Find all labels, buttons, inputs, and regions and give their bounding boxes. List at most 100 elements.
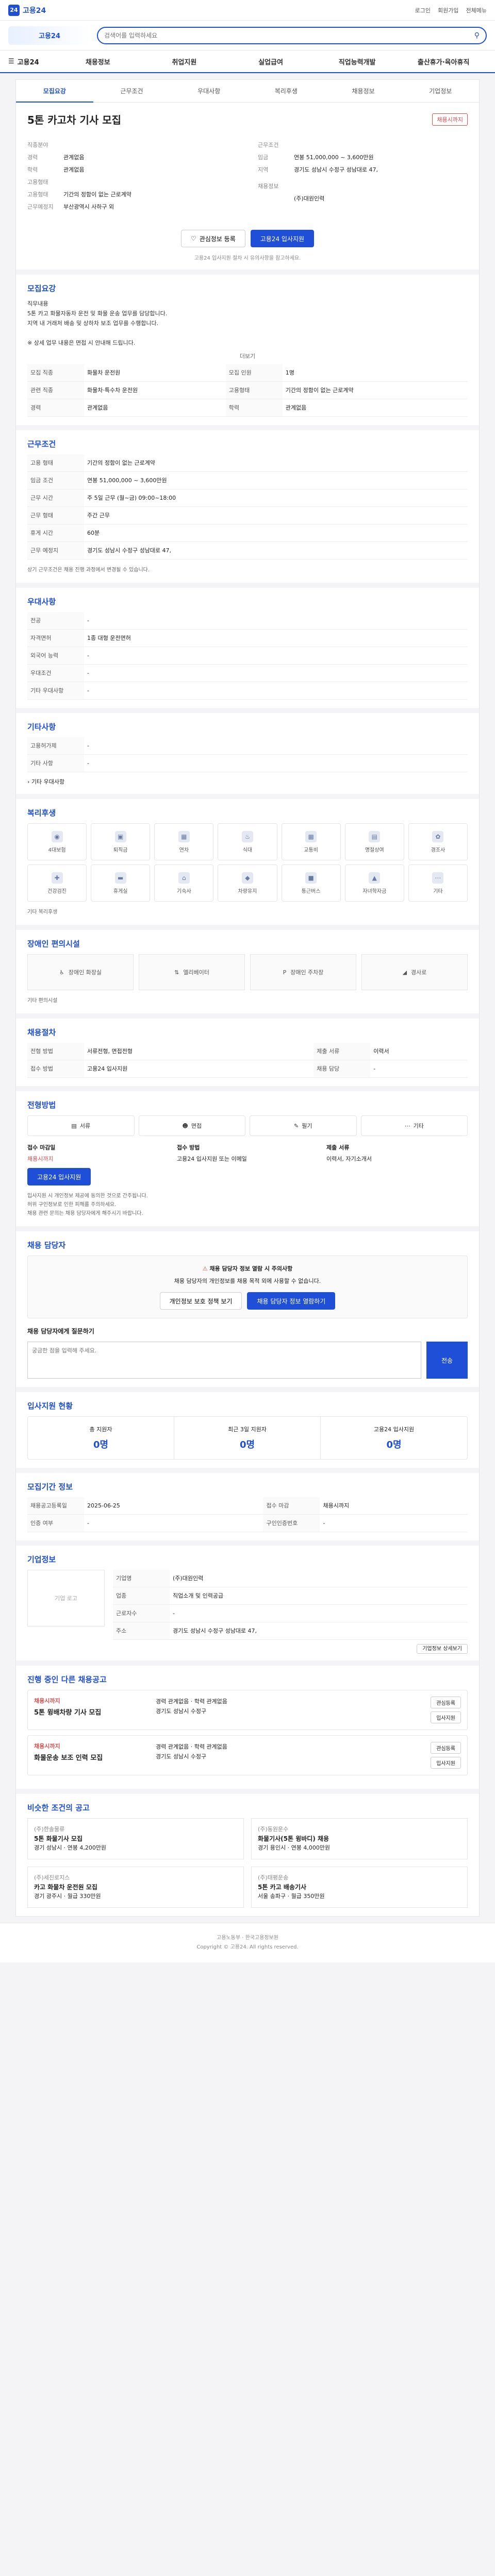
person-icon: ☻	[182, 1122, 188, 1129]
section-title: 기타사항	[27, 722, 56, 732]
period-section: 모집기간 정보 채용공고등록일 2025-06-25 접수 마감 채용시까지 인증 여…	[16, 1468, 479, 1540]
company-table: 기업명 (주)대원인력 업종 직업소개 및 인력공급 근로자수 - 주소 경기도 성남시…	[113, 1570, 468, 1640]
method-written: ✎ 필기	[250, 1115, 357, 1136]
other-link[interactable]: › 기타 우대사항	[27, 777, 468, 786]
tab-conditions[interactable]: 근무조건	[93, 80, 171, 103]
list-item[interactable]: (주)태평운송 5톤 카고 배송기사 서울 송파구 · 월급 350만원	[251, 1867, 468, 1908]
car-icon: ◆	[241, 872, 253, 884]
section-title: 채용 담당자	[27, 1241, 66, 1250]
section-title: 기업정보	[27, 1555, 56, 1564]
table-row: 고용허가제 -	[27, 737, 468, 755]
section-title: 비슷한 조건의 공고	[27, 1803, 90, 1812]
all-menu-link[interactable]: 전체메뉴	[466, 6, 487, 14]
qna-send-button[interactable]: 전송	[426, 1342, 468, 1379]
tab-company[interactable]: 기업정보	[402, 80, 479, 103]
table-row: 기업명 (주)대원인력	[113, 1570, 468, 1587]
table-row: 채용공고등록일 2025-06-25 접수 마감 채용시까지	[27, 1497, 468, 1515]
list-item[interactable]: 채용시까지 5톤 윙배차량 기사 모집 경력 관계없음 · 학력 관계없음 경기도 …	[27, 1690, 468, 1730]
apply-button[interactable]: 고용24 입사지원	[250, 230, 315, 247]
interest-button[interactable]: 관심등록	[431, 1742, 461, 1754]
table-row: 기타 사항 -	[27, 754, 468, 772]
search-icon[interactable]: ⚲	[474, 31, 480, 40]
table-row: 자격면허 1종 대형 운전면허	[27, 629, 468, 647]
job-description: 직무내용 5톤 카고 화물자동차 운전 및 화물 운송 업무를 담당합니다. 지…	[27, 300, 168, 346]
apply-note: 고용24 입사지원 절차 시 유의사항을 참고하세요.	[194, 256, 301, 261]
summary-key: 채용정보	[258, 183, 279, 190]
benefit-item: ⋯ 기타	[408, 865, 468, 902]
search-input[interactable]	[104, 31, 470, 39]
banner: 고용24 ⚲	[0, 21, 495, 50]
tab-recruit[interactable]: 모집요강	[16, 80, 93, 103]
conditions-note: 상기 근무조건은 채용 진행 과정에서 변경될 수 있습니다.	[27, 567, 150, 573]
summary-grid: 직종분야 경력 관계없음 학력 관계없음 고용형태 고용형태 기간의 정함이 없는 근…	[16, 131, 479, 222]
top-logo[interactable]: 24 고용24	[8, 4, 46, 16]
conditions-section: 근무조건 고용 형태 기간의 정함이 없는 근로계약 임금 조건 연봉 51,000…	[16, 425, 479, 583]
bus-icon: ▩	[305, 831, 317, 842]
list-item[interactable]: (주)세진로지스 카고 화물차 운전원 모집 경기 광주시 · 월급 330만원	[27, 1867, 244, 1908]
wheelchair-icon: ♿	[59, 969, 64, 976]
section-title: 우대사항	[27, 597, 56, 606]
view-contact-button[interactable]: 채용 담당자 정보 열람하기	[247, 1292, 336, 1310]
list-item[interactable]: (주)동원운수 화물기사(5톤 윙바디) 채용 경기 용인시 · 연봉 4,000만…	[251, 1818, 468, 1859]
footer: 고용노동부 · 한국고용정보원 Copyright © 고용24. All ri…	[0, 1923, 495, 1962]
disability-section: 장애인 편의시설 ♿ 장애인 화장실 ⇅ 엘리베이터 P 장애인 주차장 ◢ 경사로 기…	[16, 925, 479, 1013]
warning-icon: ⚠	[202, 1265, 208, 1272]
search-box: ⚲	[97, 26, 487, 44]
nav-item-unemployment[interactable]: 실업급여	[227, 57, 314, 66]
section-title: 복리후생	[27, 808, 56, 818]
nav-home[interactable]: ☰ 고용24	[8, 57, 55, 66]
table-row: 우대조건 -	[27, 664, 468, 682]
signup-link[interactable]: 회원가입	[438, 6, 458, 14]
table-row: 전공 -	[27, 612, 468, 630]
facility-card: ◢ 경사로	[361, 954, 468, 990]
interest-button[interactable]: 관심등록	[431, 1697, 461, 1708]
similar-section: 비슷한 조건의 공고 (주)한솔물류 5톤 화물기사 모집 경기 성남시 · 연봉 …	[16, 1789, 479, 1916]
apply-section: 전형방법 ▤ 서류 ☻ 면접 ✎ 필기 ⋯ 기타 접수 마감일 채용시까지 고용24 입…	[16, 1086, 479, 1226]
other-requirements-section: 기타사항 고용허가제 - 기타 사항 - › 기타 우대사항	[16, 708, 479, 794]
apply-small-button[interactable]: 입사지원	[431, 1757, 461, 1769]
table-row: 근무 예정지 경기도 성남시 수정구 성남대로 47,	[27, 541, 468, 560]
apply-button-2[interactable]: 고용24 입사지원	[27, 1168, 91, 1185]
login-link[interactable]: 로그인	[415, 6, 431, 14]
more-button[interactable]: 더보기	[27, 348, 468, 364]
stats-section: 입사지원 현황 총 지원자 0명 최근 3일 지원자 0명 고용24 입사지원 0명	[16, 1387, 479, 1468]
privacy-policy-button[interactable]: 개인정보 보호 정책 보기	[159, 1292, 242, 1310]
apply-method: 접수 방법 고용24 입사지원 또는 이메일	[177, 1144, 247, 1162]
list-item[interactable]: 채용시까지 화물운송 보조 인력 모집 경력 관계없음 · 학력 관계없음 경기도 …	[27, 1735, 468, 1775]
calendar-icon: ▦	[178, 831, 190, 842]
summary-left: 직종분야 경력 관계없음 학력 관계없음 고용형태 고용형태 기간의 정함이 없는 근…	[27, 142, 131, 210]
benefit-item: ■ 통근버스	[281, 865, 341, 902]
table-row: 근무 형태 주간 근무	[27, 506, 468, 524]
summary-right: 근무조건 임금 연봉 51,000,000 ~ 3,600만원 지역 경기도 성남시…	[258, 142, 378, 203]
method-document: ▤ 서류	[27, 1115, 135, 1136]
tab-preference[interactable]: 우대사항	[170, 80, 248, 103]
nav-item-leave[interactable]: 출산휴가·육아휴직	[400, 57, 487, 66]
nav-item-training[interactable]: 직업능력개발	[314, 57, 401, 66]
chevron-right-icon: ›	[27, 778, 30, 785]
apply-small-button[interactable]: 입사지원	[431, 1711, 461, 1723]
nav-item-jobs[interactable]: 채용정보	[55, 57, 141, 66]
facility-card: P 장애인 주차장	[250, 954, 356, 990]
benefit-grid: ◉ 4대보험 ▣ 퇴직금 ▦ 연차 ♨ 식대 ▩ 교통비 ▤ 명절상여 ✿ 경조사 ✚ 건강검진…	[27, 823, 468, 902]
banner-logo[interactable]: 고용24	[8, 26, 91, 45]
table-row: 근로자수 -	[113, 1604, 468, 1622]
table-row: 전형 방법 서류전형, 면접전형 제출 서류 이력서	[27, 1043, 468, 1060]
job-title: 5톤 카고차 기사 모집	[27, 114, 122, 126]
company-section: 기업정보 기업 로고 기업명 (주)대원인력 업종 직업소개 및 인력공급 근로자수…	[16, 1540, 479, 1660]
job-header: 5톤 카고차 기사 모집 채용시까지	[16, 103, 479, 131]
table-row: 인증 여부 - 구인인증번호 -	[27, 1514, 468, 1532]
similar-grid: (주)한솔물류 5톤 화물기사 모집 경기 성남시 · 연봉 4,200만원 (주)…	[27, 1818, 468, 1908]
tab-process[interactable]: 채용정보	[325, 80, 402, 103]
save-interest-button[interactable]: ♡ 관심정보 등록	[180, 230, 245, 247]
nav-item-support[interactable]: 취업지원	[141, 57, 228, 66]
conditions-table: 고용 형태 기간의 정함이 없는 근로계약 임금 조건 연봉 51,000,000 …	[27, 454, 468, 560]
list-item[interactable]: (주)한솔물류 5톤 화물기사 모집 경기 성남시 · 연봉 4,200만원	[27, 1818, 244, 1859]
qna-textarea[interactable]	[27, 1342, 421, 1379]
stat-recent: 최근 3일 지원자 0명	[174, 1417, 321, 1459]
more-icon: ⋯	[404, 1122, 410, 1129]
summary-key	[258, 195, 294, 203]
tab-benefits[interactable]: 복리후생	[248, 80, 325, 103]
summary-key: 경력	[27, 154, 38, 161]
top-bar: 24 고용24 로그인 회원가입 전체메뉴	[0, 0, 495, 21]
company-detail-link[interactable]: 기업정보 상세보기	[417, 1644, 468, 1654]
